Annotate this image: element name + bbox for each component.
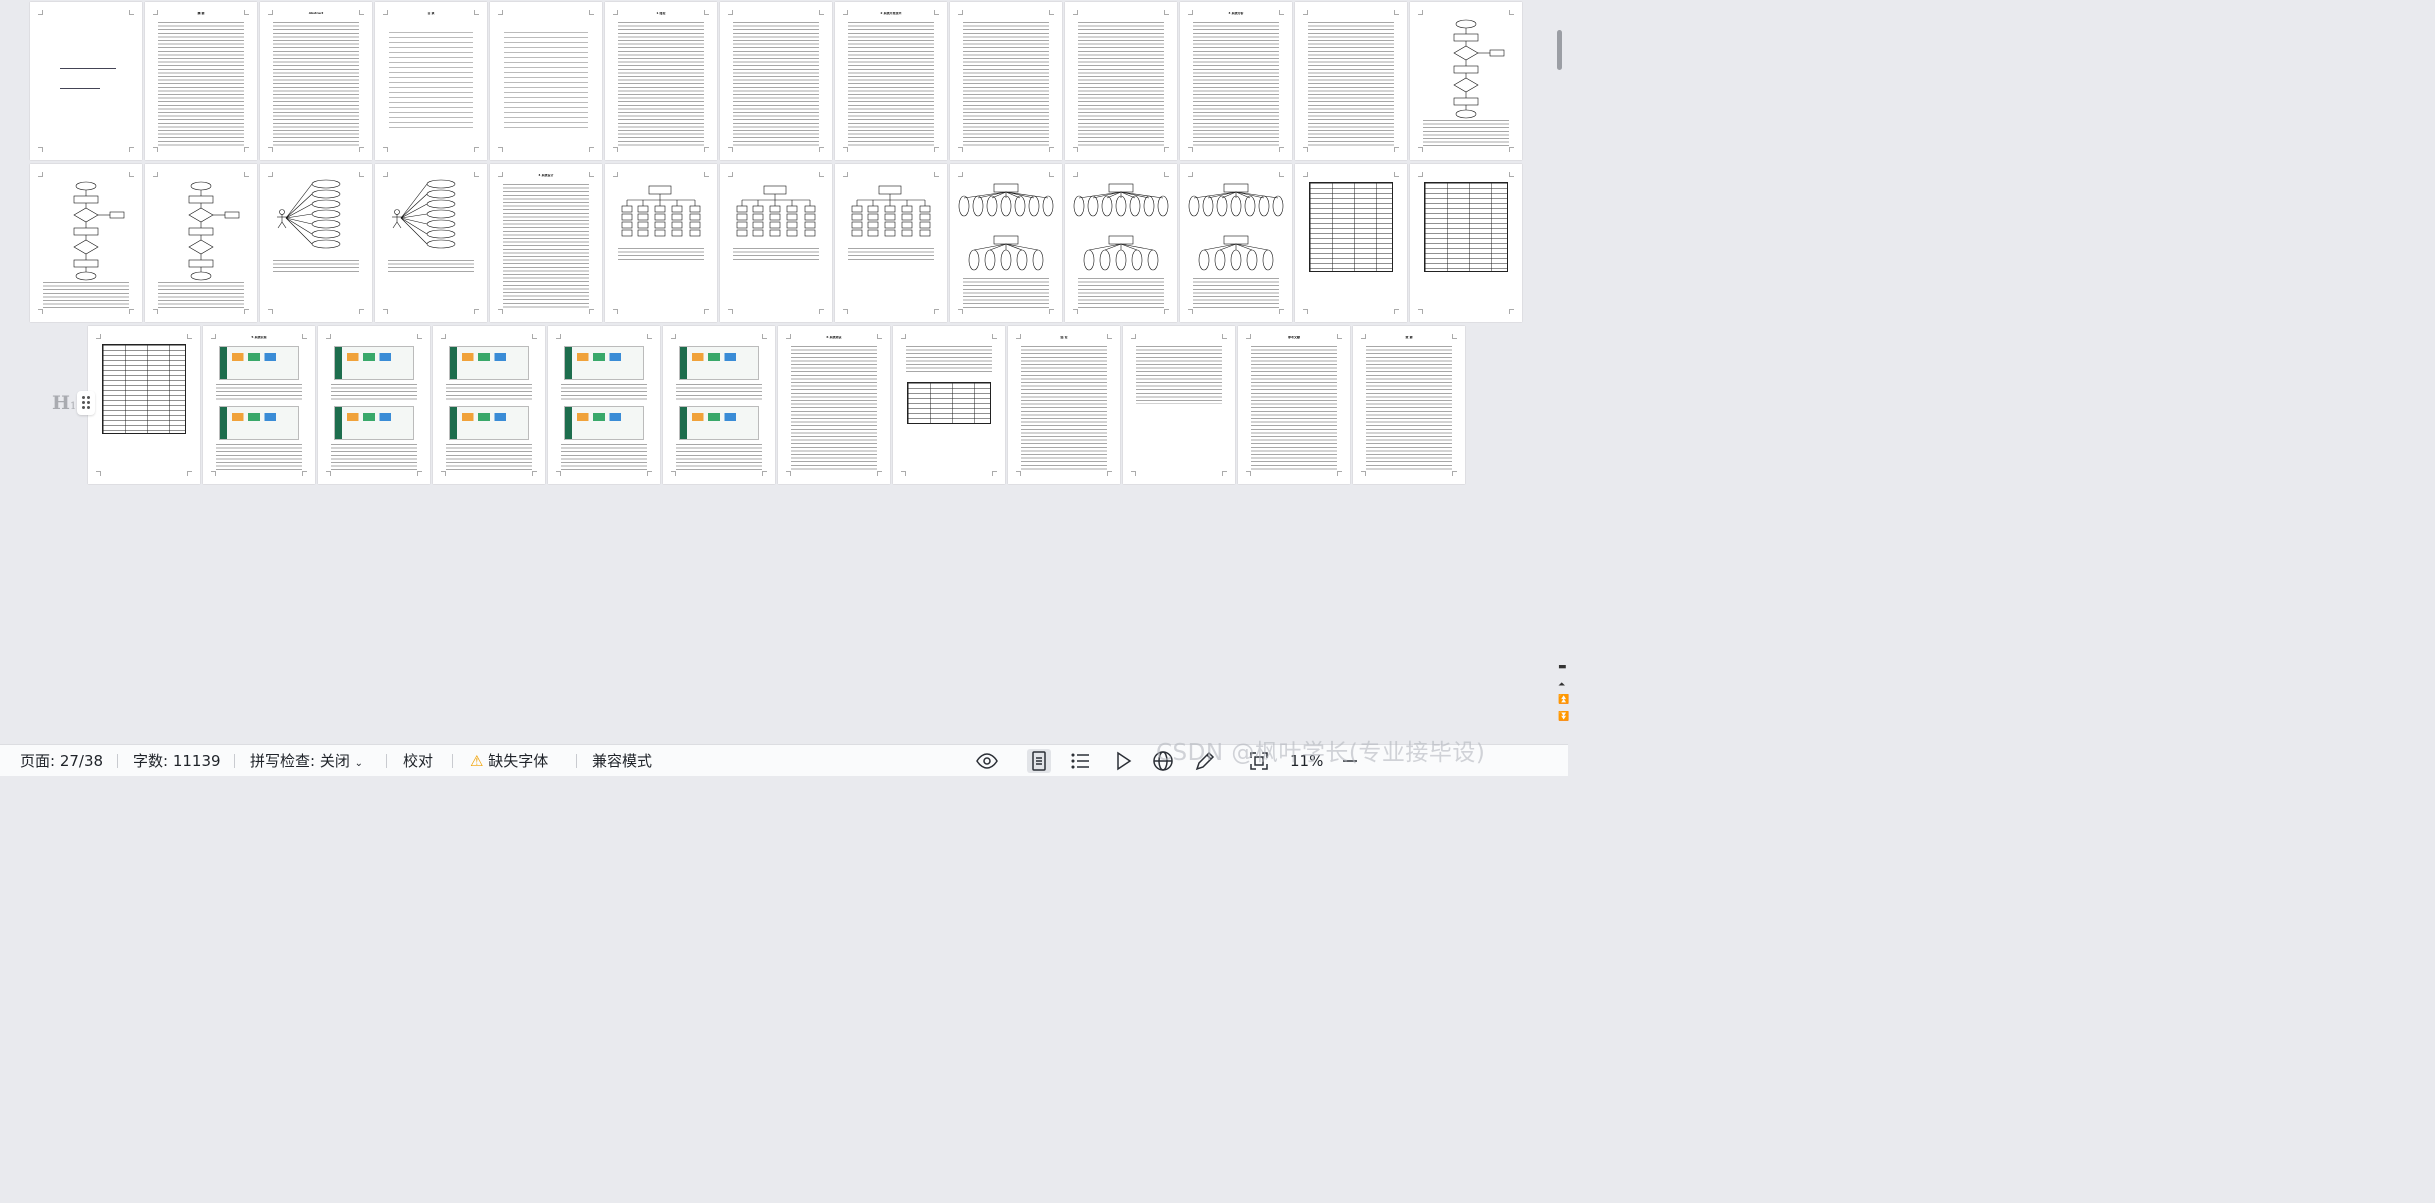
page-heading: 摘 要 bbox=[197, 12, 205, 15]
page-thumbnail[interactable] bbox=[720, 164, 832, 322]
page-indicator[interactable]: 页面: 27/38 bbox=[20, 750, 103, 772]
page-thumbnail[interactable]: 结 论 bbox=[1008, 326, 1120, 484]
page-thumbnail[interactable] bbox=[145, 164, 257, 322]
page-heading: 2 系统开发技术 bbox=[880, 12, 902, 15]
page-heading: 目 录 bbox=[427, 12, 435, 15]
page-heading: 结 论 bbox=[1060, 336, 1068, 339]
page-thumbnail[interactable] bbox=[720, 2, 832, 160]
page-thumbnail[interactable]: 摘 要 bbox=[145, 2, 257, 160]
chevron-down-icon: ⌄ bbox=[354, 758, 363, 769]
page-thumbnail[interactable] bbox=[260, 164, 372, 322]
missing-fonts-label: 缺失字体 bbox=[488, 752, 549, 770]
page-thumbnail[interactable] bbox=[318, 326, 430, 484]
play-icon[interactable] bbox=[1111, 749, 1135, 773]
page-view-icon[interactable] bbox=[1027, 749, 1051, 773]
spellcheck-label: 拼写检查: 关闭 bbox=[250, 752, 350, 770]
page-thumbnail[interactable] bbox=[30, 2, 142, 160]
page-thumbnail[interactable] bbox=[490, 2, 602, 160]
page-thumbnail[interactable] bbox=[950, 164, 1062, 322]
page-thumbnail[interactable]: 致 谢 bbox=[1353, 326, 1465, 484]
page-thumbnail[interactable] bbox=[1295, 164, 1407, 322]
page-thumbnail[interactable] bbox=[433, 326, 545, 484]
page-heading: 参考文献 bbox=[1287, 336, 1300, 339]
page-heading: 4 系统设计 bbox=[538, 174, 554, 177]
page-thumbnail[interactable] bbox=[375, 164, 487, 322]
page-thumbnail[interactable] bbox=[663, 326, 775, 484]
page-heading: 3 系统分析 bbox=[1228, 12, 1244, 15]
page-thumbnail[interactable]: 1 绪论 bbox=[605, 2, 717, 160]
compat-mode-label[interactable]: 兼容模式 bbox=[592, 750, 652, 772]
divider bbox=[386, 754, 387, 768]
scrollbar-thumb[interactable] bbox=[1557, 30, 1562, 70]
page-thumbnail[interactable] bbox=[1295, 2, 1407, 160]
minus-tool-icon[interactable]: ▬ bbox=[1558, 662, 1567, 672]
scroll-top-icon[interactable]: ⏫ bbox=[1558, 695, 1569, 705]
page-thumbnail[interactable]: Abstract bbox=[260, 2, 372, 160]
heading-level-marker[interactable]: H1 bbox=[52, 393, 76, 417]
missing-fonts-button[interactable]: ⚠ 缺失字体 bbox=[470, 750, 548, 772]
scroll-bottom-icon[interactable]: ⏬ bbox=[1558, 712, 1569, 722]
drag-handle-icon[interactable] bbox=[77, 391, 95, 415]
page-thumbnail[interactable] bbox=[835, 164, 947, 322]
page-thumbnail[interactable]: 参考文献 bbox=[1238, 326, 1350, 484]
page-thumbnail[interactable]: 目 录 bbox=[375, 2, 487, 160]
page-thumbnail[interactable]: 6 系统测试 bbox=[778, 326, 890, 484]
vertical-scrollbar[interactable] bbox=[1555, 0, 1568, 744]
page-heading: 1 绪论 bbox=[656, 12, 666, 15]
eye-icon[interactable] bbox=[975, 749, 999, 773]
page-heading: Abstract bbox=[308, 12, 324, 15]
watermark: CSDN @枫叶学长(专业接毕设) bbox=[1156, 740, 1486, 766]
page-thumbnail[interactable] bbox=[893, 326, 1005, 484]
page-thumbnail[interactable] bbox=[605, 164, 717, 322]
warning-icon: ⚠ bbox=[470, 752, 484, 770]
page-thumbnail[interactable] bbox=[88, 326, 200, 484]
page-thumbnail[interactable] bbox=[548, 326, 660, 484]
divider bbox=[576, 754, 577, 768]
document-canvas[interactable]: 摘 要 Abstract 目 录 1 绪论 2 系统开发技术 3 系统分析 4 系统设计 5 … bbox=[0, 0, 1569, 744]
scroll-up-icon[interactable]: ⏶ bbox=[1558, 680, 1565, 690]
page-heading: 致 谢 bbox=[1405, 336, 1413, 339]
page-thumbnail[interactable]: 4 系统设计 bbox=[490, 164, 602, 322]
spellcheck-toggle[interactable]: 拼写检查: 关闭 ⌄ bbox=[250, 750, 363, 772]
page-thumbnail[interactable] bbox=[1180, 164, 1292, 322]
page-heading: 5 系统实现 bbox=[251, 336, 267, 339]
page-thumbnail[interactable]: 3 系统分析 bbox=[1180, 2, 1292, 160]
page-thumbnail[interactable]: 5 系统实现 bbox=[203, 326, 315, 484]
page-thumbnail[interactable] bbox=[1065, 2, 1177, 160]
word-count[interactable]: 字数: 11139 bbox=[133, 750, 221, 772]
page-heading: 6 系统测试 bbox=[826, 336, 842, 339]
divider bbox=[452, 754, 453, 768]
proofread-button[interactable]: 校对 bbox=[403, 750, 433, 772]
page-thumbnail[interactable] bbox=[1065, 164, 1177, 322]
divider bbox=[117, 754, 118, 768]
outline-view-icon[interactable] bbox=[1069, 749, 1093, 773]
page-thumbnail[interactable] bbox=[1123, 326, 1235, 484]
page-thumbnail[interactable] bbox=[1410, 164, 1522, 322]
page-thumbnail[interactable] bbox=[30, 164, 142, 322]
page-thumbnail[interactable] bbox=[1410, 2, 1522, 160]
divider bbox=[234, 754, 235, 768]
page-thumbnail[interactable] bbox=[950, 2, 1062, 160]
page-thumbnail[interactable]: 2 系统开发技术 bbox=[835, 2, 947, 160]
